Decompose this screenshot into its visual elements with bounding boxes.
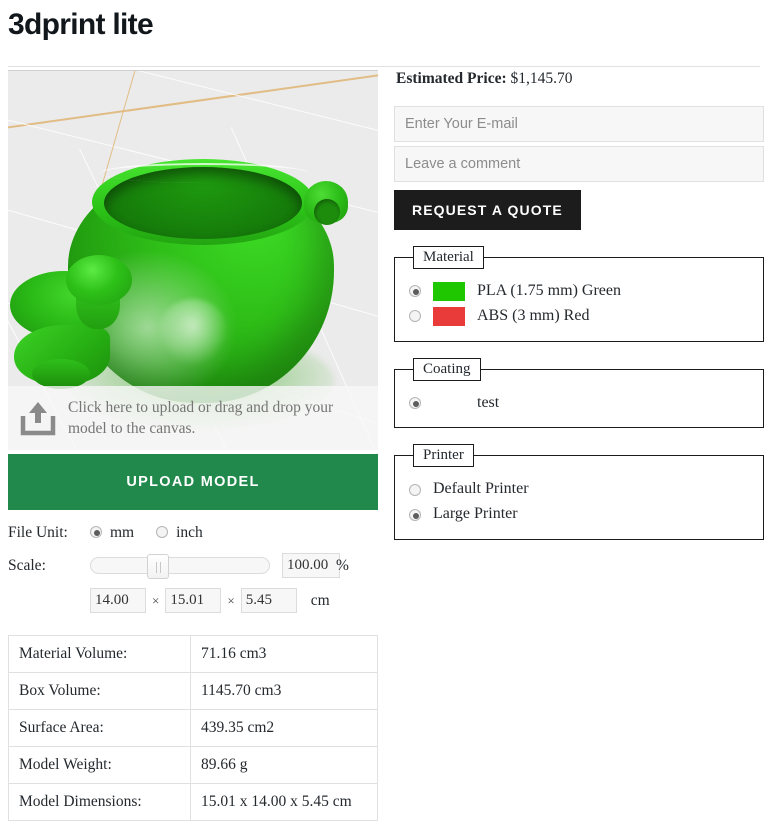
radio-material-pla[interactable] — [409, 285, 421, 298]
page-title: 3dprint lite — [8, 8, 154, 41]
info-key: Material Volume: — [8, 635, 191, 673]
title-divider — [8, 66, 760, 67]
file-unit-row: File Unit: mm inch — [8, 524, 378, 542]
info-key: Box Volume: — [8, 672, 191, 710]
app-root: 3dprint lite Click here to upload or dra… — [0, 0, 768, 832]
file-unit-option-mm[interactable]: mm — [90, 524, 134, 542]
info-key: Model Weight: — [8, 746, 191, 784]
printer-group: Printer Default Printer Large Printer — [394, 444, 764, 540]
material-abs-label: ABS (3 mm) Red — [477, 306, 590, 324]
model-canvas[interactable]: Click here to upload or drag and drop yo… — [8, 70, 378, 450]
info-value: 1145.70 cm3 — [190, 672, 378, 710]
info-value: 15.01 x 14.00 x 5.45 cm — [190, 783, 378, 821]
coating-option-test[interactable]: test — [405, 391, 753, 416]
dimension-y-input[interactable] — [165, 588, 222, 613]
file-unit-label: File Unit: — [8, 524, 68, 541]
file-unit-inch-label: inch — [176, 524, 203, 541]
dimension-x-input[interactable] — [90, 588, 146, 613]
material-option-abs[interactable]: ABS (3 mm) Red — [405, 304, 753, 329]
radio-printer-default[interactable] — [409, 483, 421, 496]
request-quote-button[interactable]: REQUEST A QUOTE — [394, 190, 581, 230]
info-value: 439.35 cm2 — [190, 709, 378, 747]
material-option-pla[interactable]: PLA (1.75 mm) Green — [405, 279, 753, 304]
radio-inch[interactable] — [156, 526, 169, 538]
color-swatch-red — [433, 306, 465, 326]
radio-material-abs[interactable] — [409, 310, 421, 323]
left-column: Click here to upload or drag and drop yo… — [8, 70, 378, 821]
estimated-price-label: Estimated Price: — [396, 70, 507, 87]
coating-test-label: test — [477, 393, 500, 411]
model-info-table: Material Volume: 71.16 cm3 Box Volume: 1… — [8, 635, 378, 821]
color-swatch-empty — [433, 393, 465, 412]
estimated-price-value: $1,145.70 — [510, 70, 573, 87]
printer-legend: Printer — [413, 444, 474, 468]
table-row: Model Dimensions: 15.01 x 14.00 x 5.45 c… — [8, 783, 378, 821]
scale-row: Scale: % — [8, 553, 378, 579]
color-swatch-green — [433, 281, 465, 301]
upload-model-button[interactable]: UPLOAD MODEL — [8, 454, 378, 510]
radio-printer-large[interactable] — [409, 508, 421, 521]
info-value: 71.16 cm3 — [190, 635, 378, 673]
upload-arrow-icon — [20, 402, 56, 436]
estimated-price: Estimated Price: $1,145.70 — [396, 70, 764, 88]
scale-percent-sign: % — [336, 556, 349, 574]
printer-option-default[interactable]: Default Printer — [405, 477, 753, 502]
dimension-z-input[interactable] — [240, 588, 297, 613]
file-unit-mm-label: mm — [110, 524, 135, 541]
right-column: Estimated Price: $1,145.70 REQUEST A QUO… — [394, 70, 764, 540]
dimension-separator-1: × — [152, 592, 160, 608]
comment-field[interactable] — [394, 146, 764, 182]
table-row: Box Volume: 1145.70 cm3 — [8, 672, 378, 710]
table-row: Material Volume: 71.16 cm3 — [8, 635, 378, 673]
material-group: Material PLA (1.75 mm) Green ABS (3 mm) … — [394, 246, 764, 342]
upload-hint-text: Click here to upload or drag and drop yo… — [68, 398, 334, 437]
scale-slider-handle[interactable] — [147, 554, 169, 579]
printer-default-label: Default Printer — [433, 480, 529, 498]
table-row: Model Weight: 89.66 g — [8, 746, 378, 784]
material-legend: Material — [413, 246, 484, 269]
table-row: Surface Area: 439.35 cm2 — [8, 709, 378, 747]
coating-legend: Coating — [413, 357, 481, 381]
info-value: 89.66 g — [190, 746, 378, 784]
email-field[interactable] — [394, 106, 764, 142]
info-key: Model Dimensions: — [8, 783, 191, 821]
scale-slider[interactable] — [90, 554, 270, 579]
radio-coating-test[interactable] — [409, 396, 421, 409]
scale-input[interactable] — [282, 553, 340, 578]
scale-label: Scale: — [8, 556, 46, 574]
printer-large-label: Large Printer — [433, 505, 518, 523]
file-unit-option-inch[interactable]: inch — [156, 524, 203, 542]
coating-group: Coating test — [394, 357, 764, 429]
printer-option-large[interactable]: Large Printer — [405, 502, 753, 527]
dimensions-row: × × cm — [90, 588, 378, 613]
dimension-separator-2: × — [227, 592, 235, 608]
dimension-unit-label: cm — [310, 591, 330, 609]
material-pla-label: PLA (1.75 mm) Green — [477, 282, 621, 299]
upload-dropzone[interactable]: Click here to upload or drag and drop yo… — [8, 386, 378, 450]
radio-mm[interactable] — [90, 526, 102, 538]
info-key: Surface Area: — [8, 709, 191, 747]
